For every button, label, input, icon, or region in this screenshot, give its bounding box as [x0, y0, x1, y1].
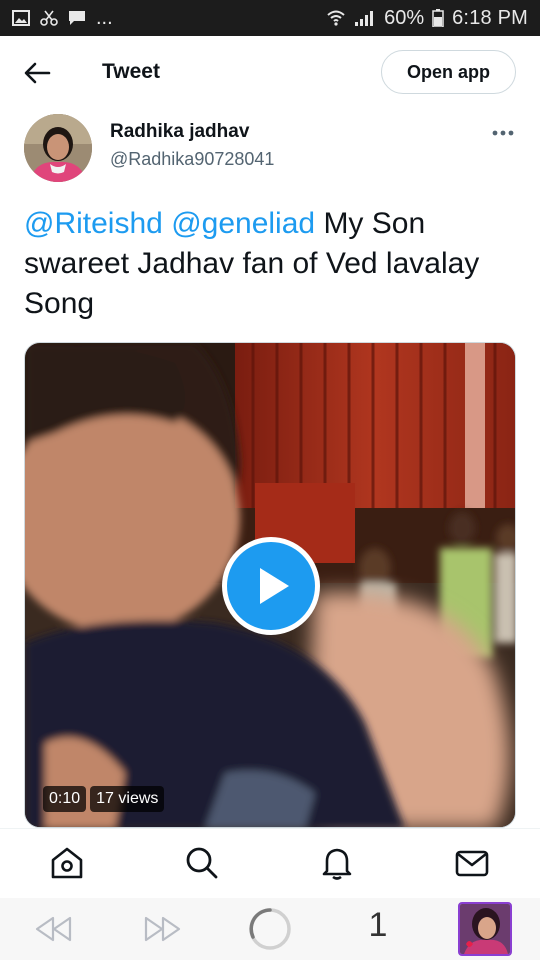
page-title: Tweet — [102, 60, 160, 83]
avatar[interactable] — [24, 114, 92, 182]
gallery-notification-icon — [12, 10, 30, 26]
author-handle[interactable]: @Radhika90728041 — [110, 149, 274, 170]
tab-count[interactable]: 1 — [366, 906, 390, 945]
video-duration: 0:10 — [43, 786, 87, 812]
tab-thumbnail[interactable] — [458, 902, 512, 956]
wifi-icon — [327, 10, 345, 26]
message-notification-icon — [69, 11, 85, 25]
messages-icon[interactable] — [454, 845, 490, 881]
home-icon[interactable] — [49, 845, 85, 881]
author-name[interactable]: Radhika jadhav — [110, 121, 249, 143]
tweet-text: @Riteishd @geneliad My Son swareet Jadha… — [24, 204, 514, 324]
signal-icon — [355, 11, 374, 26]
back-arrow-icon[interactable] — [22, 60, 52, 86]
video-views: 17 views — [90, 786, 165, 812]
browser-forward-icon[interactable] — [142, 914, 182, 944]
avatar-photo — [24, 114, 92, 182]
battery-icon — [432, 9, 444, 27]
more-options-icon[interactable] — [490, 124, 516, 142]
open-app-button[interactable]: Open app — [381, 50, 516, 94]
status-bar: ... 60% 6:18 PM — [0, 0, 540, 36]
more-notifications-indicator: ... — [96, 7, 113, 29]
clock: 6:18 PM — [452, 6, 528, 29]
search-icon[interactable] — [184, 845, 220, 881]
notifications-icon[interactable] — [319, 845, 355, 881]
reload-icon[interactable] — [247, 906, 293, 952]
tab-preview-image — [460, 904, 510, 954]
bottom-navigation — [0, 828, 540, 899]
scissors-notification-icon — [40, 10, 58, 26]
browser-back-icon[interactable] — [34, 914, 74, 944]
video-player[interactable]: 0:10 17 views — [24, 342, 516, 828]
play-button[interactable] — [222, 537, 320, 635]
tweet-header: Tweet Open app — [0, 36, 540, 110]
battery-percentage: 60% — [384, 6, 425, 29]
play-icon — [260, 568, 289, 604]
mention-geneliad[interactable]: @geneliad — [171, 207, 315, 240]
video-badges: 0:10 17 views — [43, 786, 165, 812]
mention-riteishd[interactable]: @Riteishd — [24, 207, 163, 240]
